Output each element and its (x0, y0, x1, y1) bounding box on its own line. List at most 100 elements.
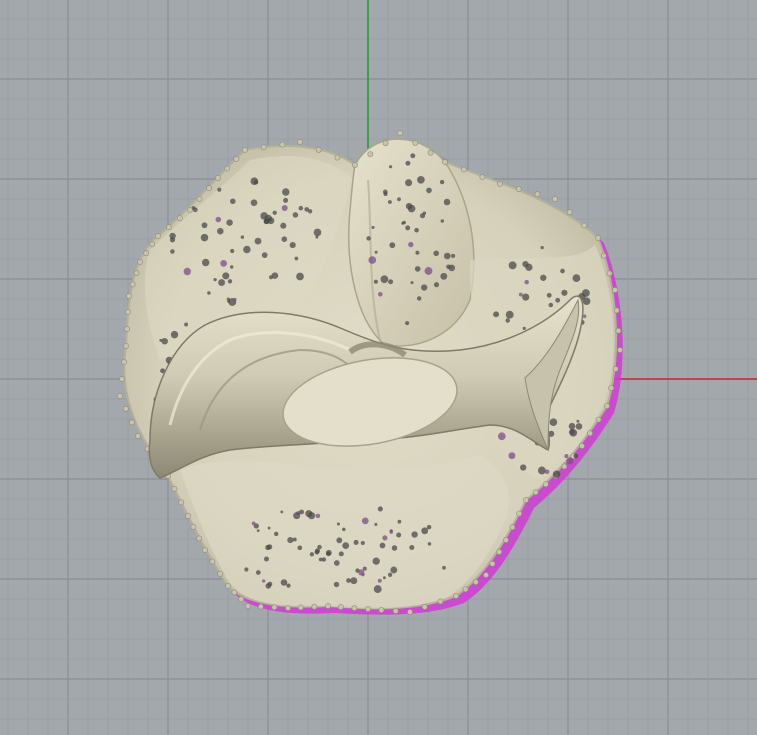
perforation-hole (389, 530, 394, 534)
edge-bump (334, 154, 341, 161)
perforation-hole (402, 220, 406, 225)
edge-bump (209, 558, 216, 565)
perforation-hole (292, 212, 299, 218)
edge-bump (552, 196, 558, 202)
edge-bump (615, 327, 622, 334)
perforation-hole (271, 272, 279, 279)
perforation-hole (380, 275, 389, 284)
perforation-hole (387, 572, 393, 577)
edge-bump (217, 570, 224, 577)
perforation-hole (368, 256, 377, 264)
edge-bump (352, 162, 358, 168)
perforation-hole (540, 245, 544, 250)
perforation-hole (410, 153, 416, 159)
edge-bump (297, 139, 303, 145)
perforation-hole (442, 565, 446, 570)
edge-bump (126, 293, 132, 299)
perforation-hole (169, 237, 176, 243)
perforation-hole (378, 292, 383, 297)
perforation-hole (286, 583, 291, 588)
perforation-hole (213, 277, 217, 282)
edge-bump (392, 608, 399, 614)
edge-bump (472, 579, 479, 585)
edge-bump (155, 233, 161, 239)
perforation-hole (253, 179, 259, 185)
edge-bump (185, 513, 191, 519)
perforation-hole (289, 242, 296, 249)
perforation-hole (326, 551, 331, 557)
perforation-hole (505, 318, 510, 323)
edge-bump (378, 607, 385, 613)
edge-bump (242, 147, 248, 153)
edge-bump (515, 186, 522, 192)
perforation-hole (361, 517, 369, 525)
viewport-canvas[interactable] (0, 0, 757, 735)
perforation-hole (222, 272, 230, 280)
perforation-hole (200, 233, 209, 242)
perforation-hole (433, 282, 440, 288)
edge-bump (587, 430, 593, 437)
perforation-hole (382, 189, 388, 195)
edge-bump (600, 252, 607, 259)
perforation-hole (287, 537, 294, 544)
edge-bump (483, 572, 489, 578)
perforation-hole (315, 513, 321, 519)
perforation-hole (298, 205, 304, 211)
edge-bump (202, 547, 208, 553)
edge-bump (516, 510, 523, 517)
perforation-hole (338, 551, 344, 557)
perforation-hole (254, 237, 262, 245)
edge-bump (421, 604, 428, 610)
perforation-hole (366, 236, 371, 241)
perforation-hole (440, 219, 445, 223)
perforation-hole (360, 540, 365, 546)
perforation-hole (409, 544, 415, 551)
perforation-hole (183, 267, 192, 276)
perforation-hole (201, 222, 208, 229)
perforation-hole (263, 218, 270, 225)
edge-bump (462, 586, 469, 593)
perforation-hole (233, 297, 237, 302)
perforation-hole (377, 506, 383, 512)
perforation-hole (342, 542, 350, 550)
perforation-hole (230, 198, 236, 205)
edge-bump (442, 159, 448, 165)
perforation-hole (411, 531, 418, 538)
perforation-hole (443, 198, 451, 206)
edge-bump (135, 433, 141, 439)
edge-bump (128, 419, 135, 426)
perforation-hole (572, 274, 581, 282)
perforation-hole (304, 207, 310, 212)
edge-bump (479, 174, 486, 180)
edge-bump (460, 166, 467, 173)
perforation-hole (444, 252, 451, 260)
perforation-hole (421, 527, 429, 535)
perforation-hole (407, 204, 416, 213)
rhino-viewport-top[interactable] (0, 0, 757, 735)
edge-bump (397, 130, 403, 136)
perforation-hole (421, 284, 428, 291)
perforation-hole (582, 297, 591, 306)
edge-bump (566, 209, 573, 216)
perforation-hole (243, 245, 251, 254)
perforation-hole (389, 242, 396, 249)
perforation-hole (308, 512, 316, 520)
perforation-hole (525, 263, 533, 271)
perforation-hole (282, 188, 290, 196)
perforation-hole (405, 321, 410, 326)
perforation-hole (389, 165, 393, 169)
perforation-hole (387, 200, 392, 204)
perforation-hole (191, 206, 196, 210)
edge-bump (117, 393, 123, 399)
perforation-hole (566, 457, 574, 465)
perforation-hole (265, 583, 272, 589)
perforation-hole (424, 267, 433, 275)
edge-bump (325, 603, 331, 609)
perforation-hole (508, 452, 516, 460)
edge-bump (595, 416, 602, 423)
edge-bump (124, 326, 130, 332)
perforation-hole (362, 566, 367, 571)
edge-bump (613, 307, 620, 314)
perforation-hole (342, 527, 346, 532)
edge-bump (561, 463, 568, 470)
